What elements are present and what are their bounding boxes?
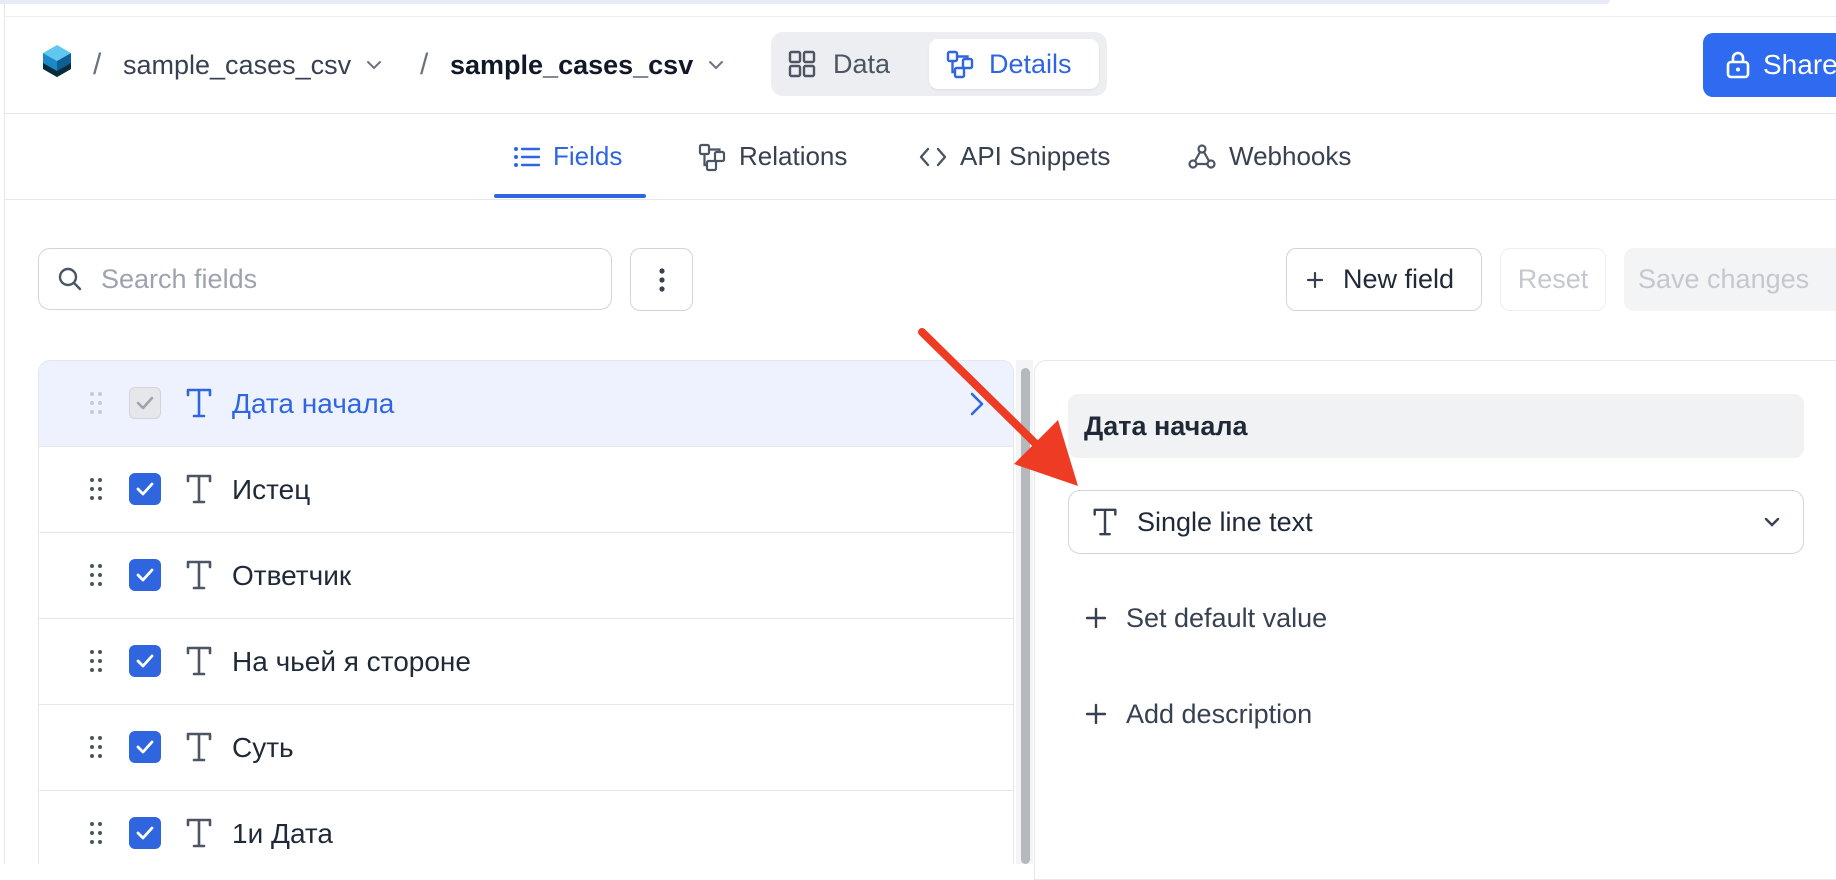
share-label: Share	[1763, 49, 1836, 80]
data-view-label: Data	[833, 48, 891, 79]
webhook-icon	[1188, 143, 1216, 169]
share-button[interactable]: Share	[1703, 33, 1836, 97]
details-view-label: Details	[989, 48, 1072, 79]
field-row[interactable]: 1и Дата	[39, 791, 1013, 864]
new-field-button[interactable]: New field	[1286, 248, 1482, 311]
field-type-value: Single line text	[1137, 506, 1313, 537]
active-tab-indicator	[494, 194, 646, 198]
field-row[interactable]: Ответчик	[39, 533, 1013, 619]
save-changes-button[interactable]: Save changes	[1624, 248, 1836, 311]
breadcrumb-base[interactable]: sample_cases_csv	[123, 17, 383, 113]
tab-api-snippets[interactable]: API Snippets	[918, 114, 1110, 199]
plus-icon	[1306, 271, 1324, 288]
field-name: Дата начала	[232, 388, 395, 419]
details-tabs: Fields Relations API Snippets Webhooks	[5, 114, 1836, 200]
chevron-down-icon	[367, 61, 382, 70]
fields-list: Дата начала Истец Ответчик На чьей я сто…	[38, 360, 1014, 864]
text-type-icon	[186, 732, 212, 762]
text-type-icon	[186, 474, 212, 504]
details-view-button[interactable]: Details	[929, 39, 1099, 89]
field-type-select[interactable]: Single line text	[1068, 490, 1804, 554]
drag-handle-icon[interactable]	[89, 390, 103, 416]
text-type-icon	[1093, 508, 1117, 536]
schema-icon	[946, 50, 974, 79]
add-description-button[interactable]: Add description	[1084, 682, 1312, 746]
breadcrumb-base-label: sample_cases_csv	[123, 49, 352, 80]
field-row[interactable]: На чьей я стороне	[39, 619, 1013, 705]
field-row[interactable]: Дата начала	[39, 361, 1013, 447]
checkmark-icon	[136, 568, 154, 582]
field-visibility-checkbox[interactable]	[129, 387, 161, 419]
drag-handle-icon[interactable]	[89, 476, 103, 502]
tab-relations-label: Relations	[739, 141, 848, 171]
drag-handle-icon[interactable]	[89, 648, 103, 674]
tab-webhooks-label: Webhooks	[1229, 141, 1352, 171]
drag-handle-icon[interactable]	[89, 820, 103, 846]
chevron-down-icon	[1764, 517, 1780, 527]
field-visibility-checkbox[interactable]	[129, 817, 161, 849]
field-name: Истец	[232, 474, 311, 505]
save-changes-label: Save changes	[1638, 264, 1810, 294]
field-name: Ответчик	[232, 560, 352, 591]
tab-fields[interactable]: Fields	[513, 114, 622, 199]
app-logo-icon[interactable]	[41, 43, 73, 84]
field-visibility-checkbox[interactable]	[129, 731, 161, 763]
text-type-icon	[186, 560, 212, 590]
checkmark-icon	[136, 826, 154, 840]
tab-relations[interactable]: Relations	[697, 114, 847, 199]
reset-button[interactable]: Reset	[1500, 248, 1606, 311]
plus-icon	[1085, 607, 1107, 629]
view-toggle: Data Details	[771, 32, 1107, 96]
checkmark-icon	[136, 482, 154, 496]
tab-fields-label: Fields	[553, 141, 623, 171]
field-visibility-checkbox[interactable]	[129, 473, 161, 505]
set-default-value-button[interactable]: Set default value	[1084, 586, 1327, 650]
more-options-button[interactable]	[630, 248, 693, 311]
grid-icon	[788, 50, 816, 78]
breadcrumb-separator: /	[93, 48, 102, 81]
field-name: 1и Дата	[232, 818, 333, 849]
breadcrumb-table-label: sample_cases_csv	[450, 49, 694, 80]
field-row[interactable]: Истец	[39, 447, 1013, 533]
code-icon	[919, 147, 947, 166]
search-input[interactable]	[99, 262, 573, 296]
reset-label: Reset	[1517, 264, 1589, 294]
top-strip	[0, 0, 1610, 4]
new-field-label: New field	[1343, 264, 1455, 294]
search-icon	[58, 267, 82, 291]
breadcrumb-table[interactable]: sample_cases_csv	[450, 17, 725, 113]
plus-icon	[1085, 703, 1107, 725]
more-vertical-icon	[658, 267, 665, 292]
data-view-button[interactable]: Data	[787, 39, 915, 89]
checkmark-icon	[136, 654, 154, 668]
relations-icon	[698, 143, 726, 171]
set-default-value-label: Set default value	[1126, 602, 1328, 633]
checkmark-icon	[136, 740, 154, 754]
list-icon	[514, 146, 541, 167]
checkmark-icon	[136, 396, 154, 410]
add-description-label: Add description	[1126, 698, 1313, 729]
field-row[interactable]: Суть	[39, 705, 1013, 791]
breadcrumb-separator: /	[420, 48, 429, 81]
drag-handle-icon[interactable]	[89, 562, 103, 588]
text-type-icon	[186, 646, 212, 676]
lock-icon	[1726, 51, 1750, 79]
tab-webhooks[interactable]: Webhooks	[1187, 114, 1351, 199]
drag-handle-icon[interactable]	[89, 734, 103, 760]
field-name: На чьей я стороне	[232, 646, 471, 677]
field-name-value: Дата начала	[1084, 410, 1248, 441]
chevron-down-icon	[709, 61, 724, 70]
search-box[interactable]	[38, 248, 612, 310]
field-name: Суть	[232, 732, 294, 763]
text-type-icon	[186, 388, 212, 418]
field-visibility-checkbox[interactable]	[129, 559, 161, 591]
header-bar: / sample_cases_csv / sample_cases_csv Da…	[5, 17, 1836, 114]
tab-api-snippets-label: API Snippets	[960, 141, 1111, 171]
field-name-input[interactable]: Дата начала	[1068, 394, 1804, 458]
annotation-arrow	[918, 328, 1078, 486]
field-visibility-checkbox[interactable]	[129, 645, 161, 677]
text-type-icon	[186, 818, 212, 848]
